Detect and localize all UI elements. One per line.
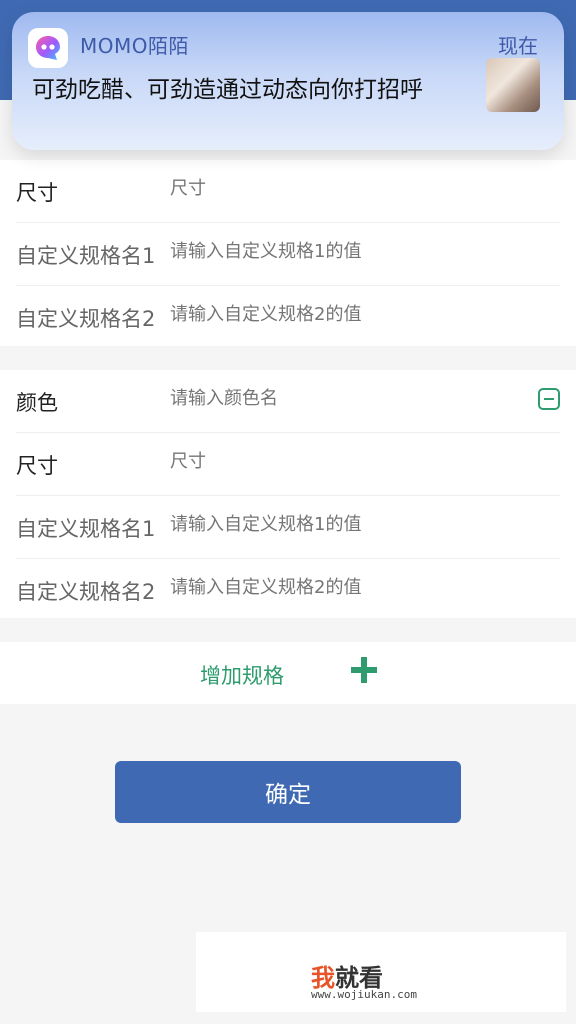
watermark-url: www.wojiukan.com bbox=[311, 988, 417, 1001]
notification-app-name: MOMO陌陌 bbox=[80, 34, 189, 58]
spec-row-custom2: 自定义规格名2 bbox=[16, 286, 560, 348]
add-spec-label[interactable]: 增加规格 bbox=[200, 660, 284, 690]
size-label: 尺寸 bbox=[16, 181, 58, 205]
custom-spec-1-label: 自定义规格名1 bbox=[16, 244, 156, 268]
confirm-button[interactable]: 确定 bbox=[115, 761, 461, 823]
color-label: 颜色 bbox=[16, 391, 58, 415]
size-label: 尺寸 bbox=[16, 454, 58, 478]
push-notification[interactable]: MOMO陌陌 现在 可劲吃醋、可劲造通过动态向你打招呼 bbox=[12, 12, 564, 150]
notification-time: 现在 bbox=[498, 34, 538, 58]
color-input[interactable] bbox=[170, 388, 520, 409]
watermark: 我就看 www.wojiukan.com bbox=[196, 932, 566, 1012]
custom-spec-2-label: 自定义规格名2 bbox=[16, 580, 156, 604]
spec-row-color: 颜色 bbox=[16, 370, 560, 433]
notification-message: 可劲吃醋、可劲造通过动态向你打招呼 bbox=[32, 77, 423, 103]
custom-spec-2-label: 自定义规格名2 bbox=[16, 307, 156, 331]
momo-app-icon bbox=[28, 28, 68, 68]
custom-spec-1-input[interactable] bbox=[170, 241, 520, 262]
notification-thumbnail bbox=[486, 58, 540, 112]
custom-spec-2-input[interactable] bbox=[170, 577, 520, 598]
custom-spec-1-label: 自定义规格名1 bbox=[16, 517, 156, 541]
size-input[interactable] bbox=[170, 178, 520, 199]
minus-square-icon[interactable] bbox=[538, 388, 560, 410]
spec-row-custom2: 自定义规格名2 bbox=[16, 559, 560, 621]
spec-row-custom1: 自定义规格名1 bbox=[16, 223, 560, 286]
custom-spec-1-input[interactable] bbox=[170, 514, 520, 535]
spec-group-1: 尺寸 自定义规格名1 自定义规格名2 bbox=[0, 160, 576, 346]
custom-spec-2-input[interactable] bbox=[170, 304, 520, 325]
spec-row-size: 尺寸 bbox=[16, 433, 560, 496]
spec-row-size: 尺寸 bbox=[16, 160, 560, 223]
size-input[interactable] bbox=[170, 451, 520, 472]
spec-row-custom1: 自定义规格名1 bbox=[16, 496, 560, 559]
add-spec-row[interactable]: 增加规格 bbox=[0, 642, 576, 704]
plus-icon[interactable] bbox=[351, 657, 377, 683]
spec-group-2: 颜色 尺寸 自定义规格名1 自定义规格名2 bbox=[0, 370, 576, 618]
